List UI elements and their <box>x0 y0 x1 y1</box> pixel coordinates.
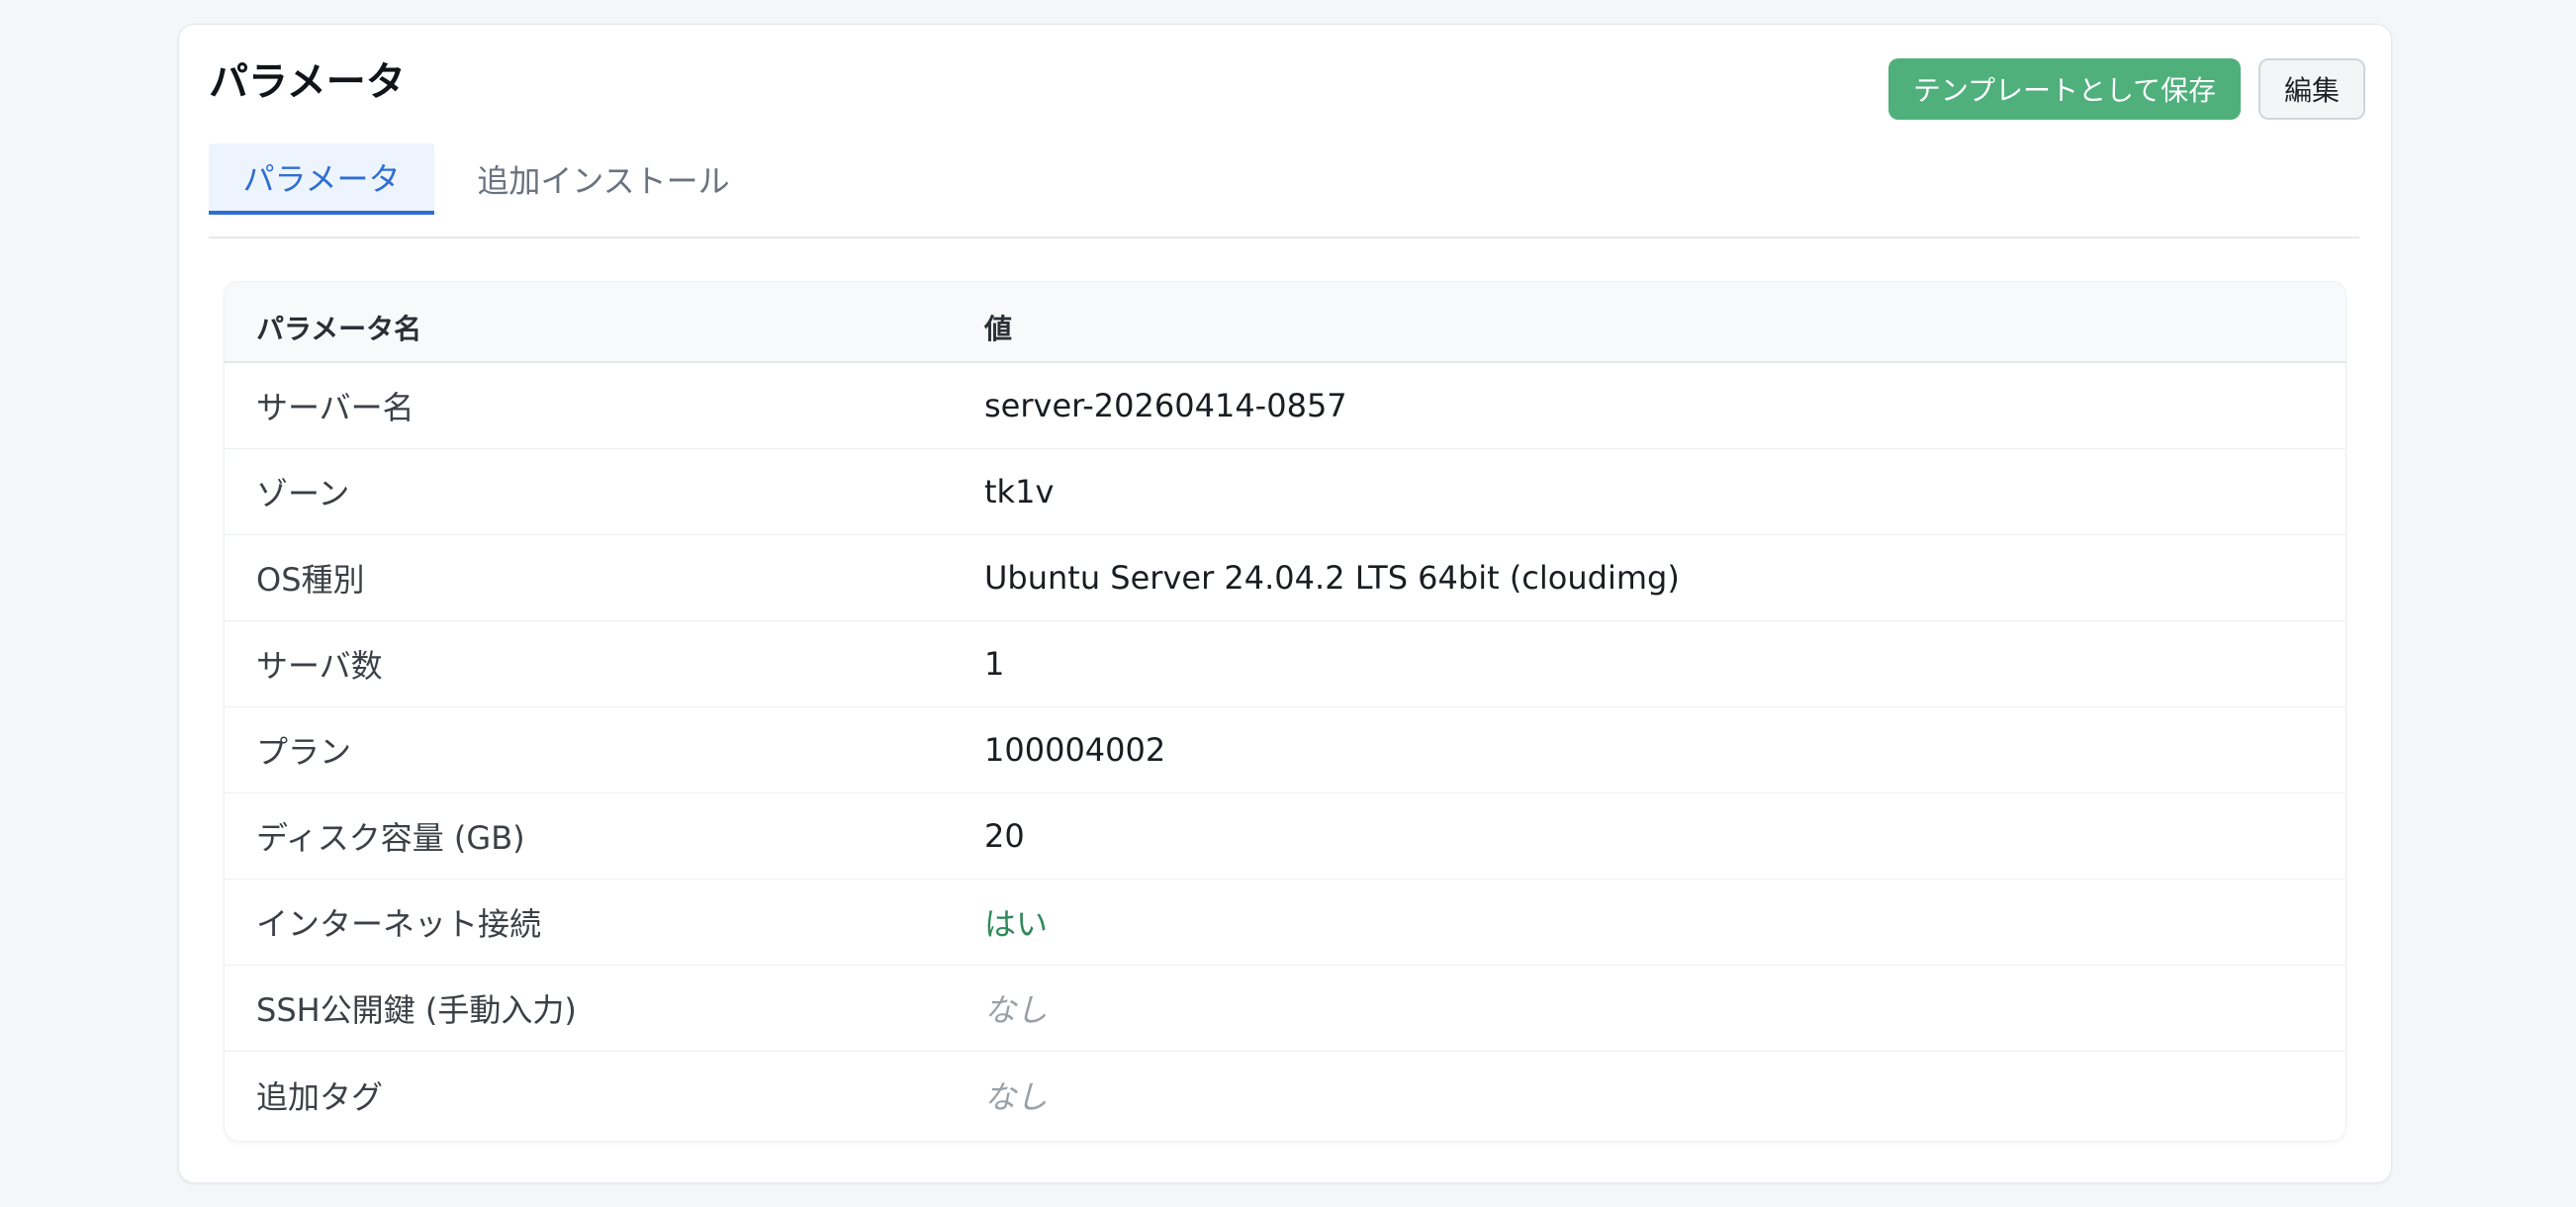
parameter-value: なし <box>984 1077 1049 1116</box>
parameter-name: 追加タグ <box>256 1077 384 1116</box>
parameter-name: ゾーン <box>256 475 350 512</box>
table-row: 追加タグ なし <box>225 1052 2346 1138</box>
table-row: サーバ数 1 <box>225 621 2346 707</box>
tab-bar: パラメータ 追加インストール <box>209 143 2359 238</box>
parameter-name: プラン <box>256 733 352 771</box>
parameter-value: はい <box>984 905 1049 943</box>
table-row: サーバー名 server-20260414-0857 <box>225 363 2346 449</box>
table-row: SSH公開鍵 (手動入力) なし <box>225 966 2346 1052</box>
table-row: OS種別 Ubuntu Server 24.04.2 LTS 64bit (clo… <box>225 535 2346 621</box>
page-title: パラメータ <box>209 59 406 105</box>
edit-button[interactable]: 編集 <box>2258 58 2365 120</box>
table-body: サーバー名 server-20260414-0857 ゾーン tk1v OS種別 Ubun… <box>225 363 2346 1138</box>
parameters-card: パラメータ テンプレートとして保存 編集 パラメータ 追加インストール パラメー… <box>178 24 2392 1183</box>
parameter-value: server-20260414-0857 <box>984 387 1347 424</box>
tab-parameters[interactable]: パラメータ <box>209 143 434 215</box>
header-parameter-name: パラメータ名 <box>256 313 422 345</box>
table-row: ゾーン tk1v <box>225 449 2346 535</box>
parameter-value: tk1v <box>984 473 1055 511</box>
parameter-name: ディスク容量 (GB) <box>256 819 525 857</box>
parameter-name: SSH公開鍵 (手動入力) <box>256 991 577 1029</box>
header-value: 値 <box>984 313 1013 345</box>
table-row: ディスク容量 (GB) 20 <box>225 793 2346 880</box>
parameter-value: なし <box>984 991 1049 1029</box>
parameter-value: 1 <box>984 645 1005 683</box>
parameter-value: 100004002 <box>984 731 1166 769</box>
parameters-table: パラメータ名 値 サーバー名 server-20260414-0857 ゾーン tk1… <box>225 282 2346 1141</box>
parameter-name: OS種別 <box>256 561 365 599</box>
table-header: パラメータ名 値 <box>225 282 2346 363</box>
table-row: プラン 100004002 <box>225 707 2346 793</box>
save-as-template-button[interactable]: テンプレートとして保存 <box>1888 58 2241 120</box>
table-row: インターネット接続 はい <box>225 880 2346 966</box>
parameter-name: サーバー名 <box>256 389 414 426</box>
parameter-name: インターネット接続 <box>256 905 542 943</box>
tab-additional-install[interactable]: 追加インストール <box>474 143 733 215</box>
parameter-name: サーバ数 <box>256 647 383 685</box>
parameter-value: 20 <box>984 817 1025 855</box>
parameter-value: Ubuntu Server 24.04.2 LTS 64bit (cloudim… <box>984 559 1680 597</box>
